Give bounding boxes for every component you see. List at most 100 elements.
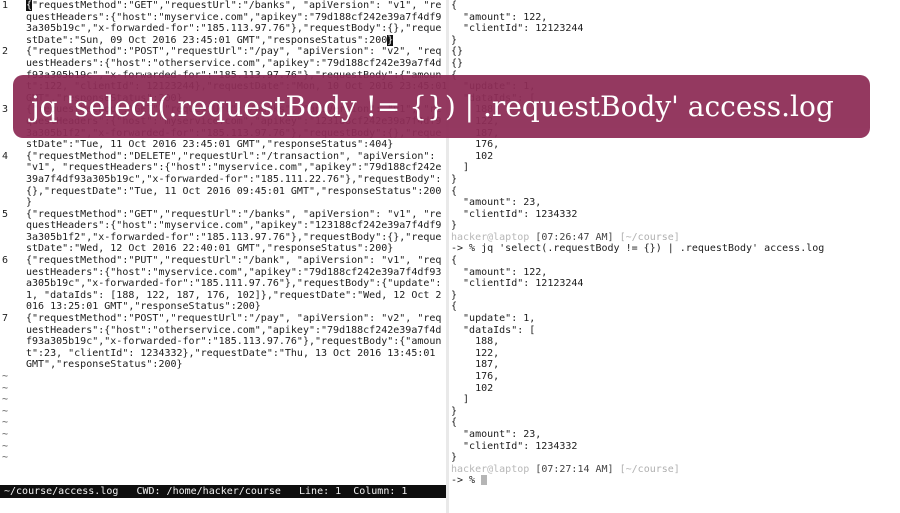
terminal-output-text: "update": 1, bbox=[451, 313, 536, 325]
editor-line: } bbox=[0, 197, 446, 209]
terminal-line: -> % jq 'select(.requestBody != {}) | .r… bbox=[449, 243, 900, 255]
editor-line: t":23, "clientId": 1234332},"requestDate… bbox=[0, 348, 446, 360]
terminal-output-text: } bbox=[451, 220, 458, 232]
terminal-output-text: "amount": 23, bbox=[451, 428, 542, 440]
line-text: stDate":"Tue, 11 Oct 2016 23:45:01 GMT",… bbox=[26, 139, 393, 151]
line-content: {"requestMethod":"DELETE","requestUrl":"… bbox=[26, 150, 436, 162]
empty-line-tilde: ~ bbox=[2, 382, 9, 394]
editor-line: stDate":"Tue, 11 Oct 2016 23:45:01 GMT",… bbox=[0, 139, 446, 151]
terminal-prompt: hacker@laptop [07:27:14 AM] [~/course] bbox=[449, 464, 900, 476]
line-content: } bbox=[26, 197, 33, 209]
terminal-output-text: 188, bbox=[451, 336, 500, 348]
editor-line: uestHeaders":{"host":"otherservice.com",… bbox=[0, 325, 446, 337]
prompt-path: [~/course] bbox=[619, 231, 680, 243]
terminal-line: {} bbox=[449, 58, 900, 70]
editor-line: f93a305b19c","x-forwarded-for":"185.113.… bbox=[0, 336, 446, 348]
editor-line: stDate":"Wed, 12 Oct 2016 22:40:01 GMT",… bbox=[0, 243, 446, 255]
terminal-output-text: { bbox=[451, 185, 458, 197]
terminal-input-prompt[interactable]: -> % bbox=[451, 475, 481, 486]
line-content: 016 13:25:01 GMT","responseStatus":200} bbox=[26, 301, 261, 313]
line-text: {"requestMethod":"GET","requestUrl":"/ba… bbox=[26, 209, 441, 221]
terminal-output-text: 102 bbox=[451, 150, 494, 162]
command-caption-banner: jq 'select(.requestBody != {}) | .reques… bbox=[13, 75, 870, 138]
line-content: stDate":"Wed, 12 Oct 2016 22:40:01 GMT",… bbox=[26, 243, 394, 255]
editor-line: GMT","responseStatus":200} bbox=[0, 359, 446, 371]
terminal-line: ] bbox=[449, 394, 900, 406]
line-number: 5 bbox=[2, 208, 9, 220]
terminal-output-text: 176, bbox=[451, 371, 500, 382]
line-content: stDate":"Sun, 09 Oct 2016 23:45:01 GMT",… bbox=[26, 34, 388, 46]
editor-line: 3a305b1f2","x-forwarded-for":"185.113.97… bbox=[0, 232, 446, 244]
line-text: {"requestMethod":"DELETE","requestUrl":"… bbox=[26, 151, 435, 163]
prompt-time: [07:27:14 AM] bbox=[535, 463, 614, 475]
terminal-output-text: } bbox=[451, 405, 458, 417]
line-text: } bbox=[26, 197, 32, 209]
terminal-output-text: } bbox=[451, 34, 458, 46]
status-file: ~/course/access.log bbox=[4, 486, 119, 497]
terminal-output-text: ] bbox=[451, 162, 470, 174]
terminal-output-text: "clientId": 12123244 bbox=[451, 278, 584, 290]
line-content: stDate":"Tue, 11 Oct 2016 23:45:01 GMT",… bbox=[26, 139, 394, 151]
editor-line: "v1", "requestHeaders":{"host":"myservic… bbox=[0, 162, 446, 174]
terminal-output-text: 102 bbox=[451, 382, 494, 394]
terminal-line: { bbox=[449, 417, 900, 429]
terminal-output-text: "amount": 122, bbox=[451, 266, 548, 278]
line-content: {"requestMethod":"PUT","requestUrl":"/ba… bbox=[26, 255, 442, 267]
empty-line-tilde: ~ bbox=[2, 371, 9, 382]
line-text: stDate":"Sun, 09 Oct 2016 23:45:01 GMT",… bbox=[26, 34, 394, 47]
terminal-line: "update": 1, bbox=[449, 313, 900, 325]
line-text: GMT","responseStatus":200} bbox=[26, 359, 183, 371]
terminal-output-text: "amount": 122, bbox=[451, 11, 548, 23]
editor-line: uestHeaders":{"host":"otherservice.com",… bbox=[0, 58, 446, 70]
editor-line: 1 {"requestMethod":"GET","requestUrl":"/b… bbox=[0, 0, 446, 12]
terminal-output-text: {} bbox=[451, 46, 464, 58]
line-text: t":23, "clientId": 1234332},"requestDate… bbox=[26, 348, 441, 360]
line-text: questHeaders":{"host":"myservice.com","a… bbox=[26, 220, 441, 232]
terminal-output-text: { bbox=[451, 0, 458, 11]
terminal-line: "amount": 122, bbox=[449, 267, 900, 279]
line-text: 3a305b1f2","x-forwarded-for":"185.113.97… bbox=[26, 232, 441, 244]
terminal-line: ] bbox=[449, 162, 900, 174]
editor-line: questHeaders":{"host":"myservice.com","a… bbox=[0, 12, 446, 24]
terminal-output-text: { bbox=[451, 255, 458, 267]
empty-line-tilde: ~ bbox=[2, 428, 9, 440]
line-text: {"requestMethod":"PUT","requestUrl":"/ba… bbox=[26, 255, 441, 267]
terminal-output-text: ] bbox=[451, 394, 470, 406]
line-text: 1, "dataIds": [188, 122, 187, 176, 102]}… bbox=[26, 290, 441, 302]
line-number: 2 bbox=[2, 46, 9, 58]
line-content: f93a305b19c","x-forwarded-for":"185.113.… bbox=[26, 336, 442, 348]
terminal-line: 102 bbox=[449, 383, 900, 395]
editor-line: questHeaders":{"host":"myservice.com","a… bbox=[0, 220, 446, 232]
line-content: "requestMethod":"GET","requestUrl":"/ban… bbox=[32, 0, 442, 11]
prompt-user: hacker@laptop bbox=[451, 463, 530, 475]
empty-line-tilde: ~ bbox=[2, 417, 9, 429]
terminal-output-text: -> % jq 'select(.requestBody != {}) | .r… bbox=[451, 243, 825, 255]
terminal-line: 176, bbox=[449, 139, 900, 151]
line-content: {"requestMethod":"POST","requestUrl":"/p… bbox=[26, 313, 442, 325]
editor-line: {},"requestDate":"Tue, 11 Oct 2016 09:45… bbox=[0, 186, 446, 198]
terminal-line: 102 bbox=[449, 151, 900, 163]
terminal-cursor[interactable] bbox=[481, 475, 488, 486]
terminal-output-text: "clientId": 12123244 bbox=[451, 23, 584, 35]
terminal-line: "dataIds": [ bbox=[449, 325, 900, 337]
prompt-user: hacker@laptop bbox=[451, 231, 530, 243]
line-number: 6 bbox=[2, 255, 9, 267]
line-content: a305b19c","x-forwarded-for":"185.111.97.… bbox=[26, 278, 442, 290]
terminal-line: } bbox=[449, 35, 900, 47]
empty-line-tilde: ~ bbox=[2, 394, 9, 406]
line-number: 1 bbox=[2, 0, 9, 11]
terminal-line: "clientId": 12123244 bbox=[449, 23, 900, 35]
editor-line: 1, "dataIds": [188, 122, 187, 176, 102]}… bbox=[0, 290, 446, 302]
vim-editor-pane[interactable]: 1 {"requestMethod":"GET","requestUrl":"/b… bbox=[0, 0, 446, 484]
line-text: 3a305b19c","x-forwarded-for":"185.113.97… bbox=[26, 23, 441, 35]
terminal-output-text: 122, bbox=[451, 347, 500, 359]
line-text: f93a305b19c","x-forwarded-for":"185.113.… bbox=[26, 336, 441, 348]
terminal-line: } bbox=[449, 452, 900, 464]
line-text: 016 13:25:01 GMT","responseStatus":200} bbox=[26, 301, 261, 313]
editor-line: 7 {"requestMethod":"POST","requestUrl":"/… bbox=[0, 313, 446, 325]
line-text: {"requestMethod":"GET","requestUrl":"/ba… bbox=[26, 0, 441, 12]
editor-line: 3a305b19c","x-forwarded-for":"185.113.97… bbox=[0, 23, 446, 35]
terminal-output-text: { bbox=[451, 301, 458, 313]
editor-line: 2 {"requestMethod":"POST","requestUrl":"/… bbox=[0, 46, 446, 58]
line-text: 39a7f4df93a305b19c","x-forwarded-for":"1… bbox=[26, 174, 441, 186]
